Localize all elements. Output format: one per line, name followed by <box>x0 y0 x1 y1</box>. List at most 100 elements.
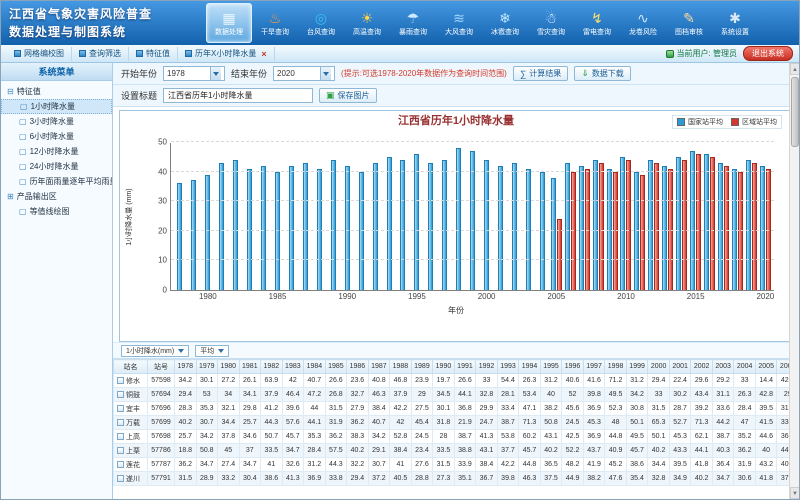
expand-icon[interactable] <box>117 475 124 482</box>
col-header-year[interactable]: 2003 <box>712 360 734 374</box>
col-header-year[interactable]: 2000 <box>648 360 670 374</box>
expand-icon[interactable] <box>117 391 124 398</box>
bar-national <box>662 166 667 290</box>
sidebar-item-12小时降水量[interactable]: ▢12小时降水量 <box>1 144 112 159</box>
aggregate-select[interactable]: 平均 <box>195 345 229 357</box>
cell-station-name: 宜丰 <box>114 402 148 416</box>
expand-icon[interactable] <box>117 419 124 426</box>
sidebar-item-label: 6小时降水量 <box>30 129 74 144</box>
col-header-year[interactable]: 2001 <box>669 360 691 374</box>
calculate-button[interactable]: ∑ 计算结果 <box>513 66 568 81</box>
toolbar-item-冰雹查询[interactable]: ❄冰雹查询 <box>482 3 528 43</box>
folder-icon: ⊞ <box>7 189 14 204</box>
tab-网格编校图[interactable]: 网格编校图 <box>7 47 72 61</box>
table-row[interactable]: 万载5769940.230.734.425.744.357.644.131.93… <box>114 416 799 430</box>
tab-特征值[interactable]: 特征值 <box>129 47 178 61</box>
toolbar-item-系统设置[interactable]: ✱系统设置 <box>712 3 758 43</box>
toolbar-item-数据处理[interactable]: ▦数据处理 <box>206 3 252 43</box>
close-icon[interactable]: × <box>261 49 266 59</box>
expand-icon[interactable] <box>117 377 124 384</box>
sidebar-item-等值线绘图[interactable]: ▢等值线绘图 <box>1 204 112 219</box>
col-header-year[interactable]: 2005 <box>755 360 777 374</box>
col-header-year[interactable]: 1981 <box>239 360 261 374</box>
expand-icon[interactable] <box>117 405 124 412</box>
col-header-year[interactable]: 1998 <box>605 360 627 374</box>
toolbar-item-暴雨查询[interactable]: ☂暴雨查询 <box>390 3 436 43</box>
col-header-year[interactable]: 1990 <box>433 360 455 374</box>
table-row[interactable]: 莲花5778736.234.727.434.74132.631.244.332.… <box>114 458 799 472</box>
save-image-button[interactable]: ▣ 保存图片 <box>319 88 377 103</box>
tab-查询筛选[interactable]: 查询筛选 <box>72 47 129 61</box>
sidebar-item-3小时降水量[interactable]: ▢3小时降水量 <box>1 114 112 129</box>
end-year-select[interactable]: 2020 <box>273 66 335 81</box>
cell-value: 34.4 <box>648 458 670 472</box>
cell-value: 29 <box>411 388 433 402</box>
col-header-year[interactable]: 1999 <box>626 360 648 374</box>
toolbar-item-雷电查询[interactable]: ↯雷电查询 <box>574 3 620 43</box>
cell-value: 49.5 <box>626 430 648 444</box>
col-header-year[interactable]: 1991 <box>454 360 476 374</box>
col-header-year[interactable]: 1982 <box>261 360 283 374</box>
table-row[interactable]: 修水5759834.230.127.226.163.94240.726.623.… <box>114 374 799 388</box>
col-header-year[interactable]: 2004 <box>734 360 756 374</box>
table-row[interactable]: 遂川5779131.528.933.230.438.641.336.933.82… <box>114 472 799 486</box>
gridline <box>171 171 774 172</box>
chart-title-input[interactable]: 江西省历年1小时降水量 <box>163 88 313 103</box>
col-header-station[interactable]: 站名 <box>114 360 148 374</box>
cell-station-id: 57696 <box>148 402 175 416</box>
toolbar-item-干旱查询[interactable]: ♨干旱查询 <box>252 3 298 43</box>
col-header-year[interactable]: 1983 <box>282 360 304 374</box>
col-header-year[interactable]: 1994 <box>519 360 541 374</box>
vertical-scrollbar[interactable]: ▲ ▼ <box>789 63 799 499</box>
col-header-year[interactable]: 1987 <box>368 360 390 374</box>
scroll-up-arrow[interactable]: ▲ <box>790 63 800 75</box>
col-header-year[interactable]: 1980 <box>218 360 240 374</box>
col-header-year[interactable]: 1997 <box>583 360 605 374</box>
toolbar-item-龙卷风险[interactable]: ∿龙卷风险 <box>620 3 666 43</box>
sidebar-item-1小时降水量[interactable]: ▢1小时降水量 <box>1 99 112 114</box>
col-header-year[interactable]: 1989 <box>411 360 433 374</box>
table-row[interactable]: 铜鼓5769429.4533434.137.946.447.226.832.74… <box>114 388 799 402</box>
download-button[interactable]: ⇓ 数据下载 <box>574 66 631 81</box>
cell-value: 35.1 <box>454 472 476 486</box>
cell-station-id: 57786 <box>148 444 175 458</box>
col-header-year[interactable]: 2002 <box>691 360 713 374</box>
col-header-id[interactable]: 站号 <box>148 360 175 374</box>
toolbar-item-高温查询[interactable]: ☀高温查询 <box>344 3 390 43</box>
logout-button[interactable]: 退出系统 <box>743 46 793 61</box>
col-header-year[interactable]: 1986 <box>347 360 369 374</box>
table-row[interactable]: 上栗5778618.850.8453733.534.728.457.540.22… <box>114 444 799 458</box>
sidebar-item-24小时降水量[interactable]: ▢24小时降水量 <box>1 159 112 174</box>
col-header-year[interactable]: 1985 <box>325 360 347 374</box>
unit-select[interactable]: 1小时降水(mm) <box>121 345 189 357</box>
tab-历年X小时降水量[interactable]: 历年X小时降水量× <box>178 47 275 61</box>
sidebar-item-6小时降水量[interactable]: ▢6小时降水量 <box>1 129 112 144</box>
table-row[interactable]: 宜丰5769628.335.332.129.841.239.64431.527.… <box>114 402 799 416</box>
col-header-year[interactable]: 1996 <box>562 360 584 374</box>
col-header-year[interactable]: 1995 <box>540 360 562 374</box>
col-header-year[interactable]: 1992 <box>476 360 498 374</box>
scroll-down-arrow[interactable]: ▼ <box>790 487 800 499</box>
col-header-year[interactable]: 1988 <box>390 360 412 374</box>
toolbar-item-雪灾查询[interactable]: ☃雪灾查询 <box>528 3 574 43</box>
sidebar-item-特征值[interactable]: ⊟特征值 <box>1 84 112 99</box>
col-header-year[interactable]: 1984 <box>304 360 326 374</box>
col-header-year[interactable]: 1979 <box>196 360 218 374</box>
cell-value: 41.2 <box>261 402 283 416</box>
sidebar-item-历年面雨量逐年平均雨量[interactable]: ▢历年面雨量逐年平均雨量 <box>1 174 112 189</box>
expand-icon[interactable] <box>117 447 124 454</box>
expand-icon[interactable] <box>117 461 124 468</box>
scrollbar-thumb[interactable] <box>791 77 799 147</box>
toolbar-item-大风查询[interactable]: ≋大风查询 <box>436 3 482 43</box>
toolbar-item-台风查询[interactable]: ◎台风查询 <box>298 3 344 43</box>
table-header-row: 站名站号197819791980198119821983198419851986… <box>114 360 799 374</box>
expand-icon[interactable] <box>117 433 124 440</box>
cell-value: 49.5 <box>605 388 627 402</box>
col-header-year[interactable]: 1993 <box>497 360 519 374</box>
cell-value: 29.6 <box>691 374 713 388</box>
start-year-select[interactable]: 1978 <box>163 66 225 81</box>
col-header-year[interactable]: 1978 <box>175 360 197 374</box>
toolbar-item-图档审核[interactable]: ✎图档审核 <box>666 3 712 43</box>
table-row[interactable]: 上高5769825.734.237.834.650.745.735.336.23… <box>114 430 799 444</box>
sidebar-item-产品输出区[interactable]: ⊞产品输出区 <box>1 189 112 204</box>
